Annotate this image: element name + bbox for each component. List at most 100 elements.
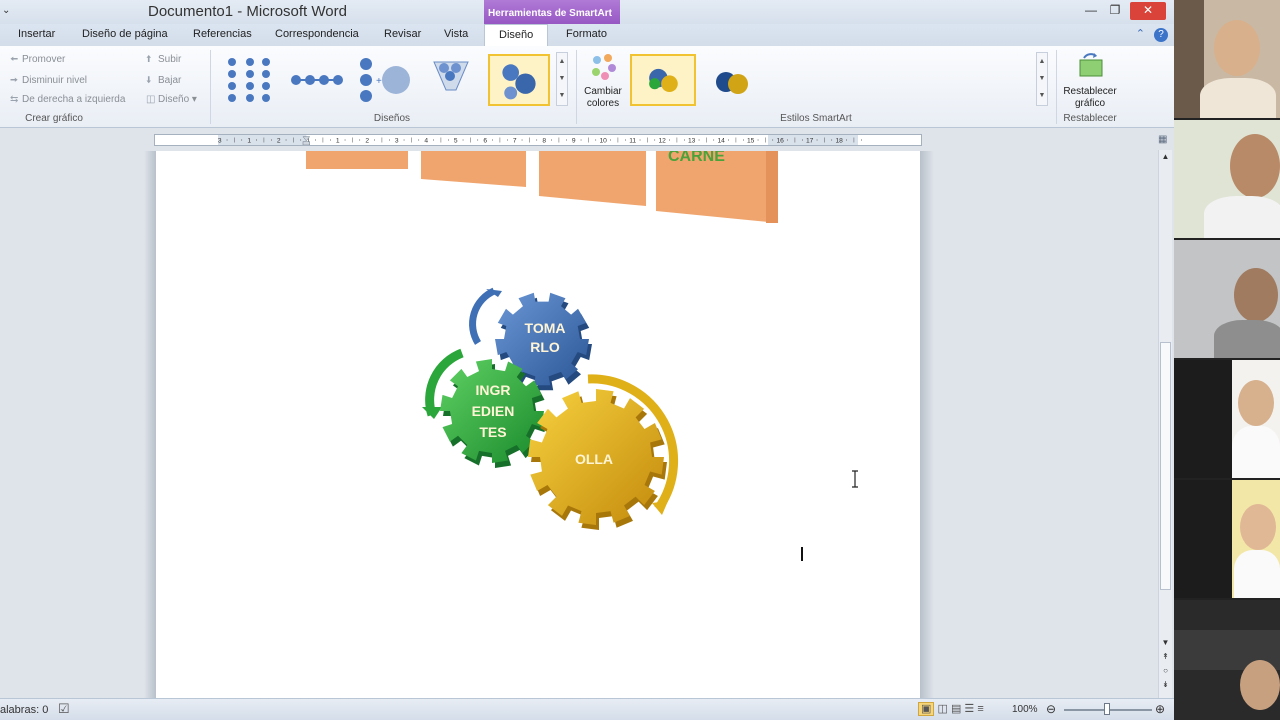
gear-ingredientes-line2: EDIEN (472, 403, 515, 419)
tab-revisar[interactable]: Revisar (384, 28, 421, 40)
styles-gallery-scroll[interactable]: ▲ ▼ ▼ (1036, 52, 1048, 106)
restablecer-grafico-button[interactable]: Restablecer gráfico (1060, 50, 1120, 110)
text-cursor (801, 547, 803, 561)
gear-olla-label: OLLA (575, 451, 613, 467)
zoom-in-icon[interactable]: ⊕ (1155, 702, 1165, 716)
tab-vista[interactable]: Vista (444, 28, 468, 40)
tab-formato[interactable]: Formato (566, 28, 607, 40)
video-call-strip (1174, 0, 1280, 720)
subir-label: Subir (158, 54, 182, 65)
vertical-scrollbar[interactable]: ▲ ▼ ↟ ○ ↡ (1158, 150, 1172, 698)
minimize-icon[interactable]: — (1078, 2, 1104, 20)
ruler-tick-label: 1 (336, 138, 340, 145)
zoom-level[interactable]: 100% (1012, 704, 1038, 715)
ruler-tick-label: 12 (658, 138, 666, 145)
layout-thumb-equation[interactable]: + (352, 54, 414, 106)
restore-icon[interactable]: ❐ (1102, 2, 1128, 20)
restablecer-group-label: Restablecer (1063, 113, 1117, 124)
draft-icon[interactable]: ≡ (977, 703, 983, 715)
title-bar: ⌄ Documento1 - Microsoft Word Herramient… (0, 0, 1174, 24)
layout-thumb-vertical-list[interactable] (220, 54, 282, 106)
tab-insertar[interactable]: Insertar (18, 28, 55, 40)
prev-page-icon[interactable]: ↟ (1159, 652, 1172, 661)
next-page-icon[interactable]: ↡ (1159, 680, 1172, 689)
print-layout-icon[interactable]: ▣ (918, 702, 935, 716)
outline-icon[interactable]: ☰ (964, 703, 974, 715)
reset-graphic-icon (1079, 53, 1103, 77)
tab-diseno-pagina[interactable]: Diseño de página (82, 28, 168, 40)
web-layout-icon[interactable]: ▤ (951, 703, 961, 715)
style-thumb-selected[interactable] (630, 54, 696, 106)
scroll-thumb[interactable] (1160, 342, 1171, 590)
promover-button[interactable]: 🠨 Promover (10, 52, 65, 69)
group-separator (210, 50, 211, 124)
ribbon-tabs: Insertar Diseño de página Referencias Co… (0, 24, 1174, 46)
close-icon[interactable]: ✕ (1130, 2, 1166, 20)
status-bar: alabras: 0 ☑ ▣ ◫ ▤ ☰ ≡ 100% ⊖ ⊕ (0, 698, 1174, 720)
document-page[interactable]: CARNE TOMA RLO INGR EDIEN TES OLLA (156, 148, 920, 698)
scroll-up-icon[interactable]: ▲ (1159, 152, 1172, 161)
ruler-tick-label: 1 (247, 138, 251, 145)
help-icon[interactable]: ? (1154, 28, 1168, 42)
diseno-dropdown-button[interactable]: ◫ Diseño ▾ (146, 94, 197, 105)
ruler-tick-label: 2 (277, 138, 281, 145)
ruler-tick-label: 17 (806, 138, 814, 145)
layouts-gallery-scroll[interactable]: ▲ ▼ ▼ (556, 52, 568, 106)
promover-label: Promover (22, 54, 66, 65)
gear-tomarlo-line1: TOMA (525, 320, 566, 336)
smartart-graphic[interactable]: CARNE TOMA RLO INGR EDIEN TES OLLA (156, 148, 920, 698)
cambiar-colores-label: Cambiar colores (584, 86, 622, 109)
ruler-tick-label: 5 (454, 138, 458, 145)
smartart-tools-context-label: Herramientas de SmartArt (484, 0, 620, 24)
ruler-tick-label: 15 (747, 138, 755, 145)
gear-ingredientes-line1: INGR (476, 382, 511, 398)
bajar-button[interactable]: 🠫 Bajar (146, 73, 181, 90)
participant-tile (1174, 480, 1280, 598)
tab-diseno[interactable]: Diseño (484, 24, 549, 46)
zoom-slider-handle[interactable] (1104, 703, 1110, 715)
arrow-right-icon: 🠪 (10, 75, 19, 86)
zoom-out-icon[interactable]: ⊖ (1046, 702, 1056, 716)
ruler-tick-label: 2 (365, 138, 369, 145)
disminuir-nivel-button[interactable]: 🠪 Disminuir nivel (10, 73, 87, 90)
ruler-tick-label: 14 (717, 138, 725, 145)
layout-icon: ◫ (146, 94, 156, 105)
full-screen-reading-icon[interactable]: ◫ (937, 703, 947, 715)
word-count[interactable]: alabras: 0 (0, 704, 48, 716)
arrow-down-icon: 🠫 (146, 75, 152, 86)
estilos-group-label: Estilos SmartArt (780, 113, 852, 124)
derecha-izquierda-button[interactable]: ⇆ De derecha a izquierda (10, 94, 125, 105)
tab-correspondencia[interactable]: Correspondencia (275, 28, 359, 40)
blue-arrow-icon (469, 287, 496, 345)
minimize-ribbon-icon[interactable]: ⌃ (1136, 28, 1145, 40)
color-palette-icon (592, 54, 616, 80)
scroll-down-icon[interactable]: ▼ (1159, 638, 1172, 647)
arrow-up-icon: 🠩 (146, 54, 152, 65)
svg-text:+: + (376, 76, 382, 87)
layout-thumb-horizontal-process[interactable] (286, 54, 348, 106)
ruler-tick-label: 4 (424, 138, 428, 145)
layout-thumb-gear-selected[interactable] (488, 54, 550, 106)
ruler-tick-label: 3 (395, 138, 399, 145)
participant-tile (1174, 0, 1280, 118)
proofing-icon[interactable]: ☑ (58, 701, 70, 717)
subir-button[interactable]: 🠩 Subir (146, 52, 181, 69)
tab-referencias[interactable]: Referencias (193, 28, 252, 40)
cambiar-colores-button[interactable]: Cambiar colores (580, 52, 626, 110)
horizontal-ruler[interactable]: 3 1 2 1 1 2 3 4 5 6 7 8 9 10 11 12 13 14 15 16 17 18 (154, 134, 922, 146)
view-buttons: ▣ ◫ ▤ ☰ ≡ (918, 702, 984, 716)
ruler-toggle-icon[interactable]: ▦ (1158, 134, 1172, 148)
participant-tile (1174, 240, 1280, 358)
layout-thumb-funnel[interactable] (420, 54, 482, 106)
ruler-tick-label: 3 (218, 138, 222, 145)
ruler-tick-label: 6 (483, 138, 487, 145)
participant-tile (1174, 120, 1280, 238)
derecha-label: De derecha a izquierda (22, 94, 126, 105)
quick-access-dropdown-icon[interactable]: ⌄ (2, 5, 10, 16)
participant-tile (1174, 360, 1280, 478)
ribbon: 🠨 Promover 🠪 Disminuir nivel ⇆ De derecha a… (0, 46, 1174, 128)
style-thumb-3d[interactable] (702, 54, 762, 106)
ruler-tick-label: 16 (776, 138, 784, 145)
ibeam-pointer-icon (852, 470, 858, 488)
browse-object-icon[interactable]: ○ (1159, 666, 1172, 675)
